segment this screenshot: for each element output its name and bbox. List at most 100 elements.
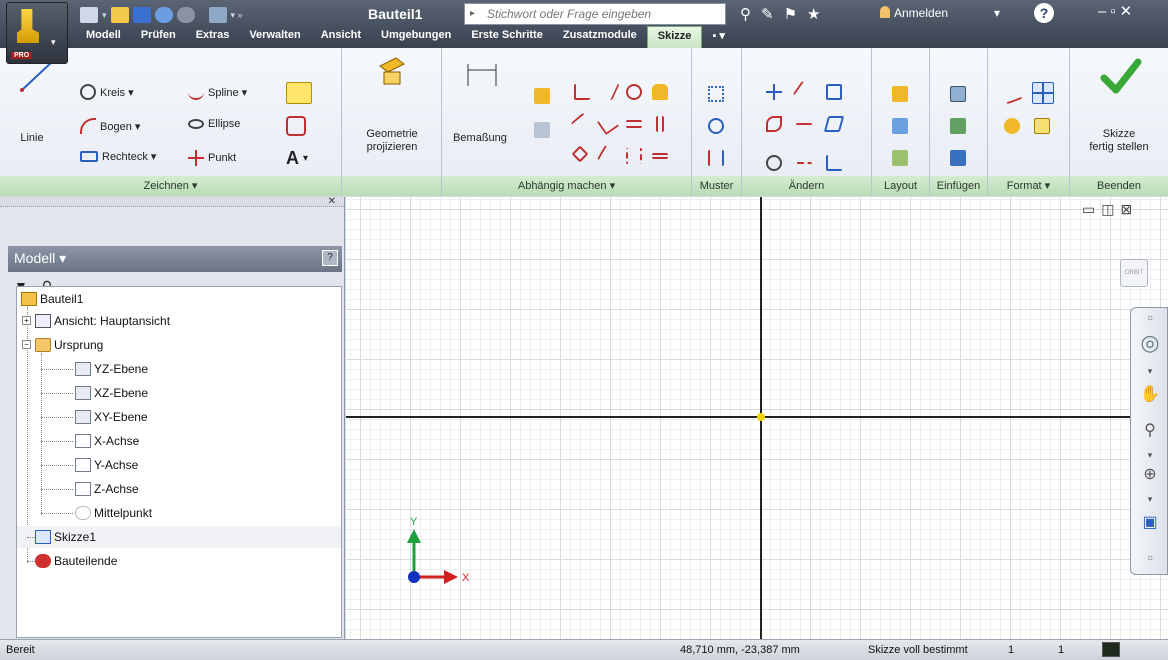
circular-pattern-icon[interactable]: [708, 118, 724, 134]
copy-icon[interactable]: [766, 116, 782, 132]
smooth-icon[interactable]: [596, 112, 620, 136]
collapse-icon[interactable]: −: [22, 340, 31, 349]
tools-icon[interactable]: ✎: [761, 5, 774, 23]
tree-node[interactable]: Z-Achse: [75, 479, 139, 499]
viewcube[interactable]: ORBIT: [1120, 259, 1148, 287]
fillet-icon[interactable]: [286, 82, 312, 104]
tree-node[interactable]: Mittelpunkt: [75, 503, 152, 523]
application-menu-button[interactable]: PRO ▾: [6, 2, 68, 64]
circle-button[interactable]: Kreis ▾: [80, 84, 134, 100]
tree-node[interactable]: Bauteilende: [35, 551, 117, 571]
insert-points-icon[interactable]: [950, 118, 966, 134]
collinear-icon[interactable]: [597, 145, 619, 167]
project-geometry-button[interactable]: Geometrie projizieren: [342, 128, 442, 154]
checkmark-icon[interactable]: [1100, 56, 1142, 96]
tab-modell[interactable]: Modell: [76, 26, 131, 48]
draw-panel-footer[interactable]: Zeichnen ▾: [0, 176, 341, 196]
tree-node[interactable]: Skizze1: [35, 527, 96, 547]
parallel-icon[interactable]: [596, 84, 620, 100]
coincident-icon[interactable]: [571, 145, 589, 163]
tree-node[interactable]: XY-Ebene: [75, 407, 148, 427]
restore-view-icon[interactable]: ◫: [1101, 201, 1120, 217]
tree-node[interactable]: Bauteil1: [21, 289, 83, 309]
ellipse-button[interactable]: Ellipse: [188, 118, 240, 130]
line-button-label[interactable]: Linie: [14, 132, 50, 145]
symmetric-icon[interactable]: [626, 148, 642, 164]
tree-node[interactable]: YZ-Ebene: [75, 359, 148, 379]
stretch-icon[interactable]: [823, 116, 845, 132]
perpendicular-icon[interactable]: [574, 84, 590, 100]
center-point-icon[interactable]: [1004, 118, 1020, 134]
fix-lock-icon[interactable]: [652, 84, 668, 100]
make-part-icon[interactable]: [892, 86, 908, 102]
scale-icon[interactable]: [826, 84, 842, 100]
browser-header[interactable]: Modell ▾ ?: [8, 246, 342, 272]
expand-icon[interactable]: +: [22, 316, 31, 325]
zoom-icon[interactable]: ⚲: [1139, 420, 1161, 442]
minimize-view-icon[interactable]: ▭: [1082, 201, 1101, 217]
offset-icon[interactable]: [826, 155, 842, 171]
redo-icon[interactable]: [176, 7, 195, 23]
tab-skizze[interactable]: Skizze: [646, 26, 703, 48]
tab-extras[interactable]: Extras: [186, 26, 240, 48]
new-file-icon[interactable]: [80, 7, 98, 23]
dimension-icon[interactable]: [466, 58, 498, 90]
rectangular-pattern-icon[interactable]: [708, 86, 724, 102]
favorites-star-icon[interactable]: ★: [807, 5, 820, 23]
tab-overflow-icon[interactable]: ▪ ▾: [702, 26, 734, 48]
open-folder-icon[interactable]: [110, 7, 129, 23]
save-icon[interactable]: [132, 7, 151, 23]
dimension-button-label[interactable]: Bemaßung: [450, 132, 510, 145]
horizontal-icon[interactable]: [626, 120, 642, 128]
tree-node[interactable]: X-Achse: [75, 431, 139, 451]
insert-image-icon[interactable]: [950, 86, 966, 102]
dropdown-arrow-icon[interactable]: ▾: [102, 10, 107, 21]
tab-erste-schritte[interactable]: Erste Schritte: [461, 26, 553, 48]
auto-dimension-icon[interactable]: [534, 88, 550, 104]
look-at-icon[interactable]: ▣: [1139, 512, 1161, 534]
project-geometry-icon[interactable]: [376, 54, 408, 86]
chevron-down-icon[interactable]: ▾: [1139, 360, 1161, 382]
rotate-icon[interactable]: [766, 155, 782, 171]
insert-acad-icon[interactable]: [950, 150, 966, 166]
help-button[interactable]: ?: [1034, 3, 1054, 23]
minimize-icon[interactable]: –: [1098, 3, 1110, 20]
spline-button[interactable]: Spline ▾: [188, 84, 247, 100]
steering-wheel-icon[interactable]: ◎: [1139, 332, 1161, 354]
chevron-down-icon[interactable]: ▾: [1139, 444, 1161, 466]
create-block-icon[interactable]: [892, 150, 908, 166]
binoculars-icon[interactable]: ⚲: [740, 5, 751, 23]
arc-button[interactable]: Bogen ▾: [80, 118, 140, 134]
concentric-icon[interactable]: [626, 84, 642, 100]
close-icon[interactable]: ✕: [328, 196, 336, 207]
close-icon[interactable]: ✕: [1120, 3, 1137, 20]
browser-help-icon[interactable]: ?: [322, 250, 338, 266]
tab-verwalten[interactable]: Verwalten: [239, 26, 310, 48]
pan-hand-icon[interactable]: ✋: [1139, 384, 1161, 406]
finish-sketch-button[interactable]: Skizze fertig stellen: [1070, 128, 1168, 154]
mirror-icon[interactable]: [708, 150, 724, 166]
chevron-down-icon[interactable]: ▾: [1139, 488, 1161, 510]
orbit-icon[interactable]: ⊕: [1139, 464, 1161, 486]
text-button[interactable]: A ▾: [286, 148, 308, 169]
driven-dimension-icon[interactable]: [1034, 118, 1050, 134]
tab-zusatzmodule[interactable]: Zusatzmodule: [553, 26, 647, 48]
format-panel-footer[interactable]: Format ▾: [988, 176, 1069, 196]
graphics-window[interactable]: Y X ▭◫⊠ ORBIT ○ ◎ ▾ ✋ ⚲ ▾ ⊕ ▾ ▣ ○: [346, 197, 1168, 639]
trim-icon[interactable]: [792, 80, 816, 104]
centerline-icon[interactable]: [1032, 82, 1054, 104]
equal-icon[interactable]: [652, 153, 668, 159]
extend-icon[interactable]: [796, 123, 812, 139]
dropdown-arrow-icon[interactable]: ▾: [994, 6, 1000, 20]
navbar-close-icon[interactable]: ○: [1139, 308, 1161, 330]
tree-node[interactable]: + Ansicht: Hauptansicht: [22, 311, 170, 331]
construction-icon[interactable]: [1001, 83, 1023, 105]
show-constraints-icon[interactable]: [534, 122, 550, 138]
move-icon[interactable]: [766, 84, 782, 100]
undo-icon[interactable]: [154, 7, 173, 23]
dropdown-arrow-icon[interactable]: ▾ »: [231, 10, 243, 21]
tree-node[interactable]: XZ-Ebene: [75, 383, 148, 403]
tangent-icon[interactable]: [570, 112, 594, 136]
tree-node[interactable]: − Ursprung: [22, 335, 103, 355]
make-components-icon[interactable]: [892, 118, 908, 134]
